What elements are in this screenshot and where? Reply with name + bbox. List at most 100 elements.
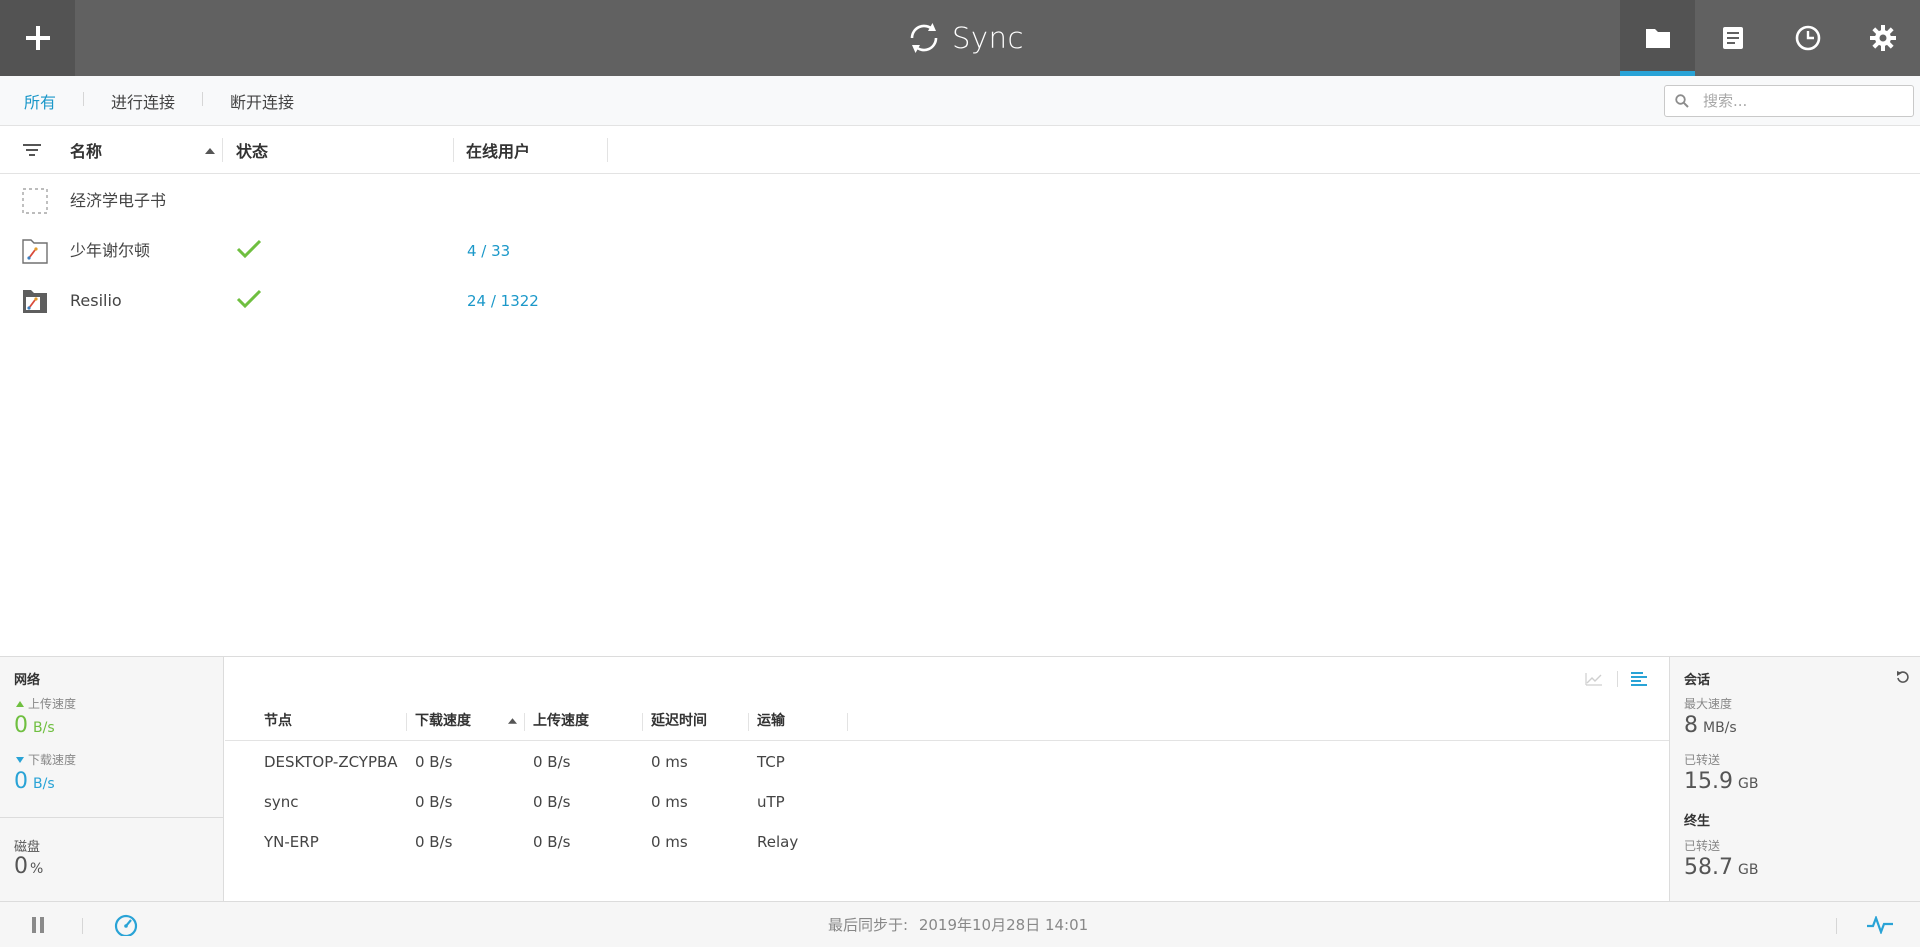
peer-latency: 0 ms: [651, 833, 688, 851]
folder-placeholder-icon: [22, 188, 48, 218]
graph-view-button[interactable]: [1585, 671, 1603, 690]
column-divider: [222, 138, 223, 162]
column-divider: [524, 713, 525, 731]
sort-filter-icon: [23, 144, 41, 156]
column-settings-button[interactable]: [22, 126, 42, 174]
column-divider: [642, 713, 643, 731]
search-input[interactable]: [1701, 91, 1901, 111]
folder-name: 少年谢尔顿: [70, 241, 151, 260]
peer-row[interactable]: DESKTOP-ZCYPBA 0 B/s 0 B/s 0 ms TCP: [225, 742, 1669, 782]
filter-bar: 所有 进行连接 断开连接: [0, 76, 1920, 126]
column-header-peers-label: 在线用户: [466, 142, 531, 161]
nav-history-button[interactable]: [1695, 0, 1770, 76]
peer-node: DESKTOP-ZCYPBA: [264, 753, 398, 771]
network-title: 网络: [14, 673, 41, 688]
sync-logo-icon: [910, 23, 938, 53]
column-divider: [847, 713, 848, 731]
view-toggle-divider: [1617, 671, 1618, 687]
column-header-status[interactable]: 状态: [236, 126, 268, 174]
peers-panel: 节点 下载速度 上传速度 延迟时间 运输 DESKTOP-ZCYPBA 0 B/…: [225, 657, 1669, 902]
download-speed-value: 0 B/s: [14, 769, 55, 794]
lifetime-transferred-unit: GB: [1737, 862, 1759, 878]
activity-pulse-icon: [1867, 914, 1893, 936]
peers-table-header: 节点 下载速度 上传速度 延迟时间 运输: [225, 701, 1669, 741]
peer-download-speed: 0 B/s: [415, 793, 453, 811]
last-sync-label: 最后同步于:: [828, 916, 909, 934]
lifetime-transferred-label: 已转送: [1684, 839, 1721, 853]
status-divider: [82, 918, 83, 934]
column-header-name[interactable]: 名称: [70, 126, 102, 174]
column-divider: [453, 138, 454, 162]
peer-latency: 0 ms: [651, 793, 688, 811]
disk-section: 磁盘 0%: [0, 817, 223, 902]
peer-column-upload[interactable]: 上传速度: [533, 701, 589, 741]
filter-tab-all[interactable]: 所有: [24, 89, 83, 113]
sort-ascending-icon: [205, 148, 215, 154]
speed-limit-button[interactable]: [114, 914, 138, 940]
column-header-peers[interactable]: 在线用户: [466, 126, 530, 174]
peer-row[interactable]: sync 0 B/s 0 B/s 0 ms uTP: [225, 782, 1669, 822]
filter-tab-disconnected[interactable]: 断开连接: [202, 89, 321, 113]
gear-icon: [1869, 25, 1896, 51]
peer-upload-speed: 0 B/s: [533, 833, 571, 851]
column-header-name-label: 名称: [70, 142, 103, 161]
max-speed-label: 最大速度: [1684, 697, 1733, 711]
nav-folders-button[interactable]: [1620, 0, 1695, 76]
search-icon: [1675, 94, 1689, 108]
reset-session-button[interactable]: [1896, 669, 1910, 688]
folder-row[interactable]: Resilio 24 / 1322: [0, 276, 1920, 326]
download-speed-number: 0: [14, 769, 28, 794]
pause-all-button[interactable]: [30, 916, 46, 938]
pause-icon: [32, 917, 44, 933]
lifetime-title: 终生: [1684, 814, 1711, 829]
folder-icon: [1645, 29, 1670, 48]
lifetime-transferred-number: 58.7: [1684, 855, 1733, 880]
upload-speed-label: 上传速度: [16, 695, 76, 712]
nav-settings-button[interactable]: [1845, 0, 1920, 76]
peer-latency: 0 ms: [651, 753, 688, 771]
search-box: [1664, 85, 1914, 117]
speedometer-icon: [114, 914, 138, 938]
max-speed-number: 8: [1684, 713, 1698, 738]
upload-speed-number: 0: [14, 713, 28, 738]
peer-column-transport[interactable]: 运输: [757, 701, 785, 741]
folder-broken-image-dark-icon: [22, 288, 48, 318]
folder-online-peers[interactable]: 24 / 1322: [467, 276, 539, 326]
filter-tabs: 所有 进行连接 断开连接: [24, 76, 321, 126]
disk-usage-unit: %: [30, 861, 44, 877]
peer-transport: uTP: [757, 793, 785, 811]
peer-upload-speed: 0 B/s: [533, 753, 571, 771]
session-title: 会话: [1684, 673, 1711, 688]
column-divider: [748, 713, 749, 731]
download-speed-label: 下载速度: [16, 751, 76, 768]
upload-speed-label-text: 上传速度: [28, 697, 77, 711]
status-bar: 最后同步于: 2019年10月28日 14:01: [0, 901, 1920, 947]
nav-transfers-button[interactable]: [1770, 0, 1845, 76]
peer-row[interactable]: YN-ERP 0 B/s 0 B/s 0 ms Relay: [225, 822, 1669, 862]
download-speed-unit: B/s: [33, 776, 55, 792]
top-bar: Sync: [0, 0, 1920, 76]
bottom-panel: 网络 上传速度 0 B/s 下载速度 0 B/s 磁盘 0% 节点 下载速度 上…: [0, 656, 1920, 902]
peer-column-node[interactable]: 节点: [264, 701, 292, 741]
add-folder-button[interactable]: [0, 0, 75, 76]
session-transferred-unit: GB: [1737, 776, 1759, 792]
synced-check-icon: [236, 238, 262, 264]
arrow-up-icon: [16, 700, 24, 707]
folder-online-peers[interactable]: 4 / 33: [467, 226, 510, 276]
peer-column-latency[interactable]: 延迟时间: [651, 701, 707, 741]
peer-upload-speed: 0 B/s: [533, 793, 571, 811]
session-panel: 会话 最大速度 8 MB/s 已转送 15.9 GB 终生 已转送 58.7 GB: [1669, 657, 1920, 902]
activity-monitor-button[interactable]: [1866, 914, 1894, 938]
folder-name: 经济学电子书: [70, 191, 167, 210]
column-divider: [406, 713, 407, 731]
last-sync-time: 2019年10月28日 14:01: [918, 916, 1089, 934]
filter-tab-connected[interactable]: 进行连接: [83, 89, 202, 113]
list-view-button[interactable]: [1631, 671, 1647, 690]
column-divider: [607, 138, 608, 162]
disk-label: 磁盘: [14, 840, 41, 855]
reset-icon: [1897, 671, 1909, 683]
folder-row[interactable]: 少年谢尔顿 4 / 33: [0, 226, 1920, 276]
peer-column-download[interactable]: 下载速度: [415, 701, 471, 741]
column-header-status-label: 状态: [236, 142, 269, 161]
folder-row[interactable]: 经济学电子书: [0, 176, 1920, 226]
